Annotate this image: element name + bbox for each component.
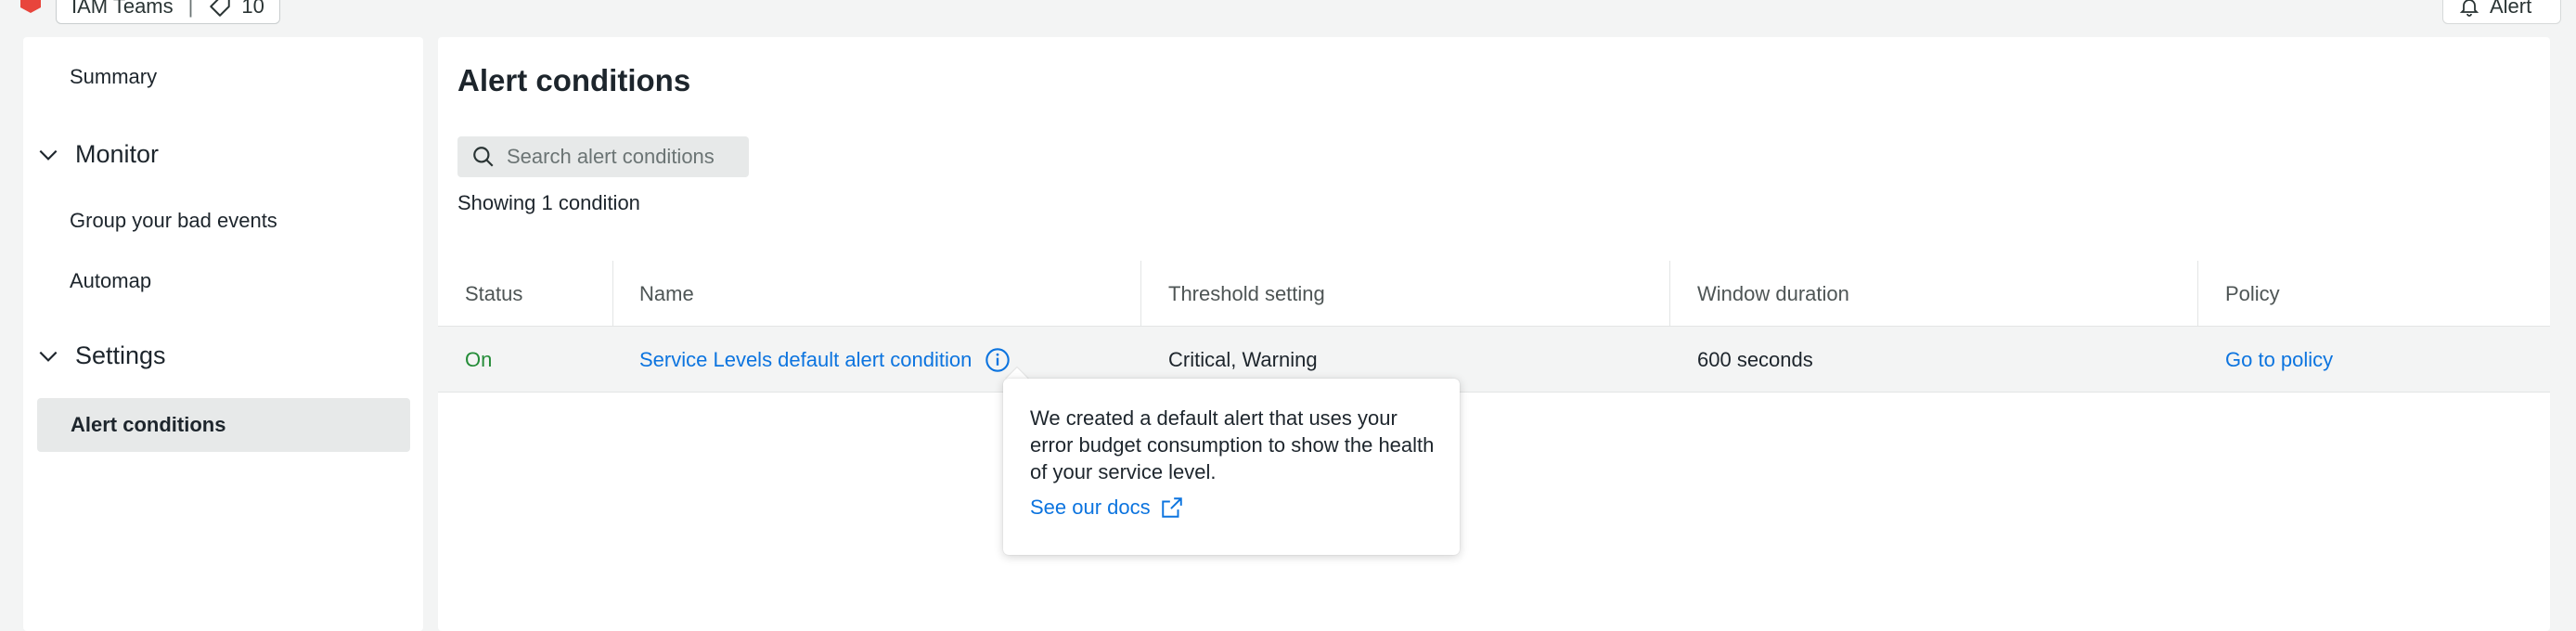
brand-hexagon-icon	[20, 0, 41, 13]
column-header-name[interactable]: Name	[639, 261, 694, 327]
column-divider[interactable]	[1669, 261, 1670, 327]
sidebar-item-automap[interactable]: Automap	[70, 269, 151, 293]
sidebar-section-monitor[interactable]: Monitor	[36, 140, 159, 169]
alert-button-label: Alert	[2490, 0, 2532, 18]
sidebar-section-label: Settings	[75, 341, 166, 369]
sidebar-item-summary[interactable]: Summary	[70, 65, 157, 89]
column-header-policy[interactable]: Policy	[2225, 261, 2280, 327]
result-count: Showing 1 condition	[457, 191, 640, 214]
search-box[interactable]	[457, 136, 749, 177]
column-header-threshold[interactable]: Threshold setting	[1168, 261, 1325, 327]
info-tooltip: We created a default alert that uses you…	[1003, 379, 1460, 555]
page-title: Alert conditions	[457, 63, 691, 97]
top-bar: IAM Teams | 10 Alert	[0, 0, 2576, 28]
tooltip-text: We created a default alert that uses you…	[1030, 406, 1435, 483]
external-link-icon	[1161, 497, 1182, 518]
table-row[interactable]: On Service Levels default alert conditio…	[438, 327, 2550, 393]
column-header-window[interactable]: Window duration	[1697, 261, 1849, 327]
window-cell: 600 seconds	[1697, 347, 1813, 371]
conditions-table: Status Name Threshold setting Window dur…	[438, 261, 2550, 393]
alert-button[interactable]: Alert	[2442, 0, 2561, 24]
sidebar-section-settings[interactable]: Settings	[36, 341, 166, 370]
chevron-down-icon	[39, 351, 58, 362]
column-divider[interactable]	[1140, 261, 1141, 327]
docs-link-label: See our docs	[1030, 496, 1151, 519]
column-divider[interactable]	[2197, 261, 2198, 327]
search-input[interactable]	[507, 145, 748, 169]
sidebar-item-alert-conditions[interactable]: Alert conditions	[37, 398, 410, 452]
sidebar-item-group-bad-events[interactable]: Group your bad events	[70, 209, 277, 233]
chevron-down-icon	[39, 149, 58, 161]
column-header-status[interactable]: Status	[465, 261, 522, 327]
tag-count[interactable]: 10	[208, 0, 264, 19]
policy-link[interactable]: Go to policy	[2225, 327, 2333, 393]
name-cell: Service Levels default alert condition	[639, 327, 1011, 393]
entity-chip[interactable]: IAM Teams | 10	[56, 0, 280, 24]
docs-link[interactable]: See our docs	[1030, 496, 1184, 520]
sidebar: Summary Monitor Group your bad events Au…	[23, 37, 423, 631]
condition-name-link[interactable]: Service Levels default alert condition	[639, 348, 972, 372]
tag-count-value: 10	[241, 0, 264, 18]
separator: |	[187, 0, 194, 18]
status-cell: On	[465, 347, 493, 371]
main-panel: Alert conditions Showing 1 condition Sta…	[438, 37, 2550, 631]
sidebar-section-label: Monitor	[75, 140, 160, 168]
info-icon[interactable]	[985, 347, 1011, 373]
sidebar-item-label: Alert conditions	[71, 413, 226, 436]
bell-icon	[2459, 0, 2479, 17]
search-icon	[473, 147, 494, 167]
table-header: Status Name Threshold setting Window dur…	[438, 261, 2550, 327]
tag-icon	[210, 0, 231, 17]
entity-name: IAM Teams	[71, 0, 174, 18]
column-divider[interactable]	[612, 261, 613, 327]
